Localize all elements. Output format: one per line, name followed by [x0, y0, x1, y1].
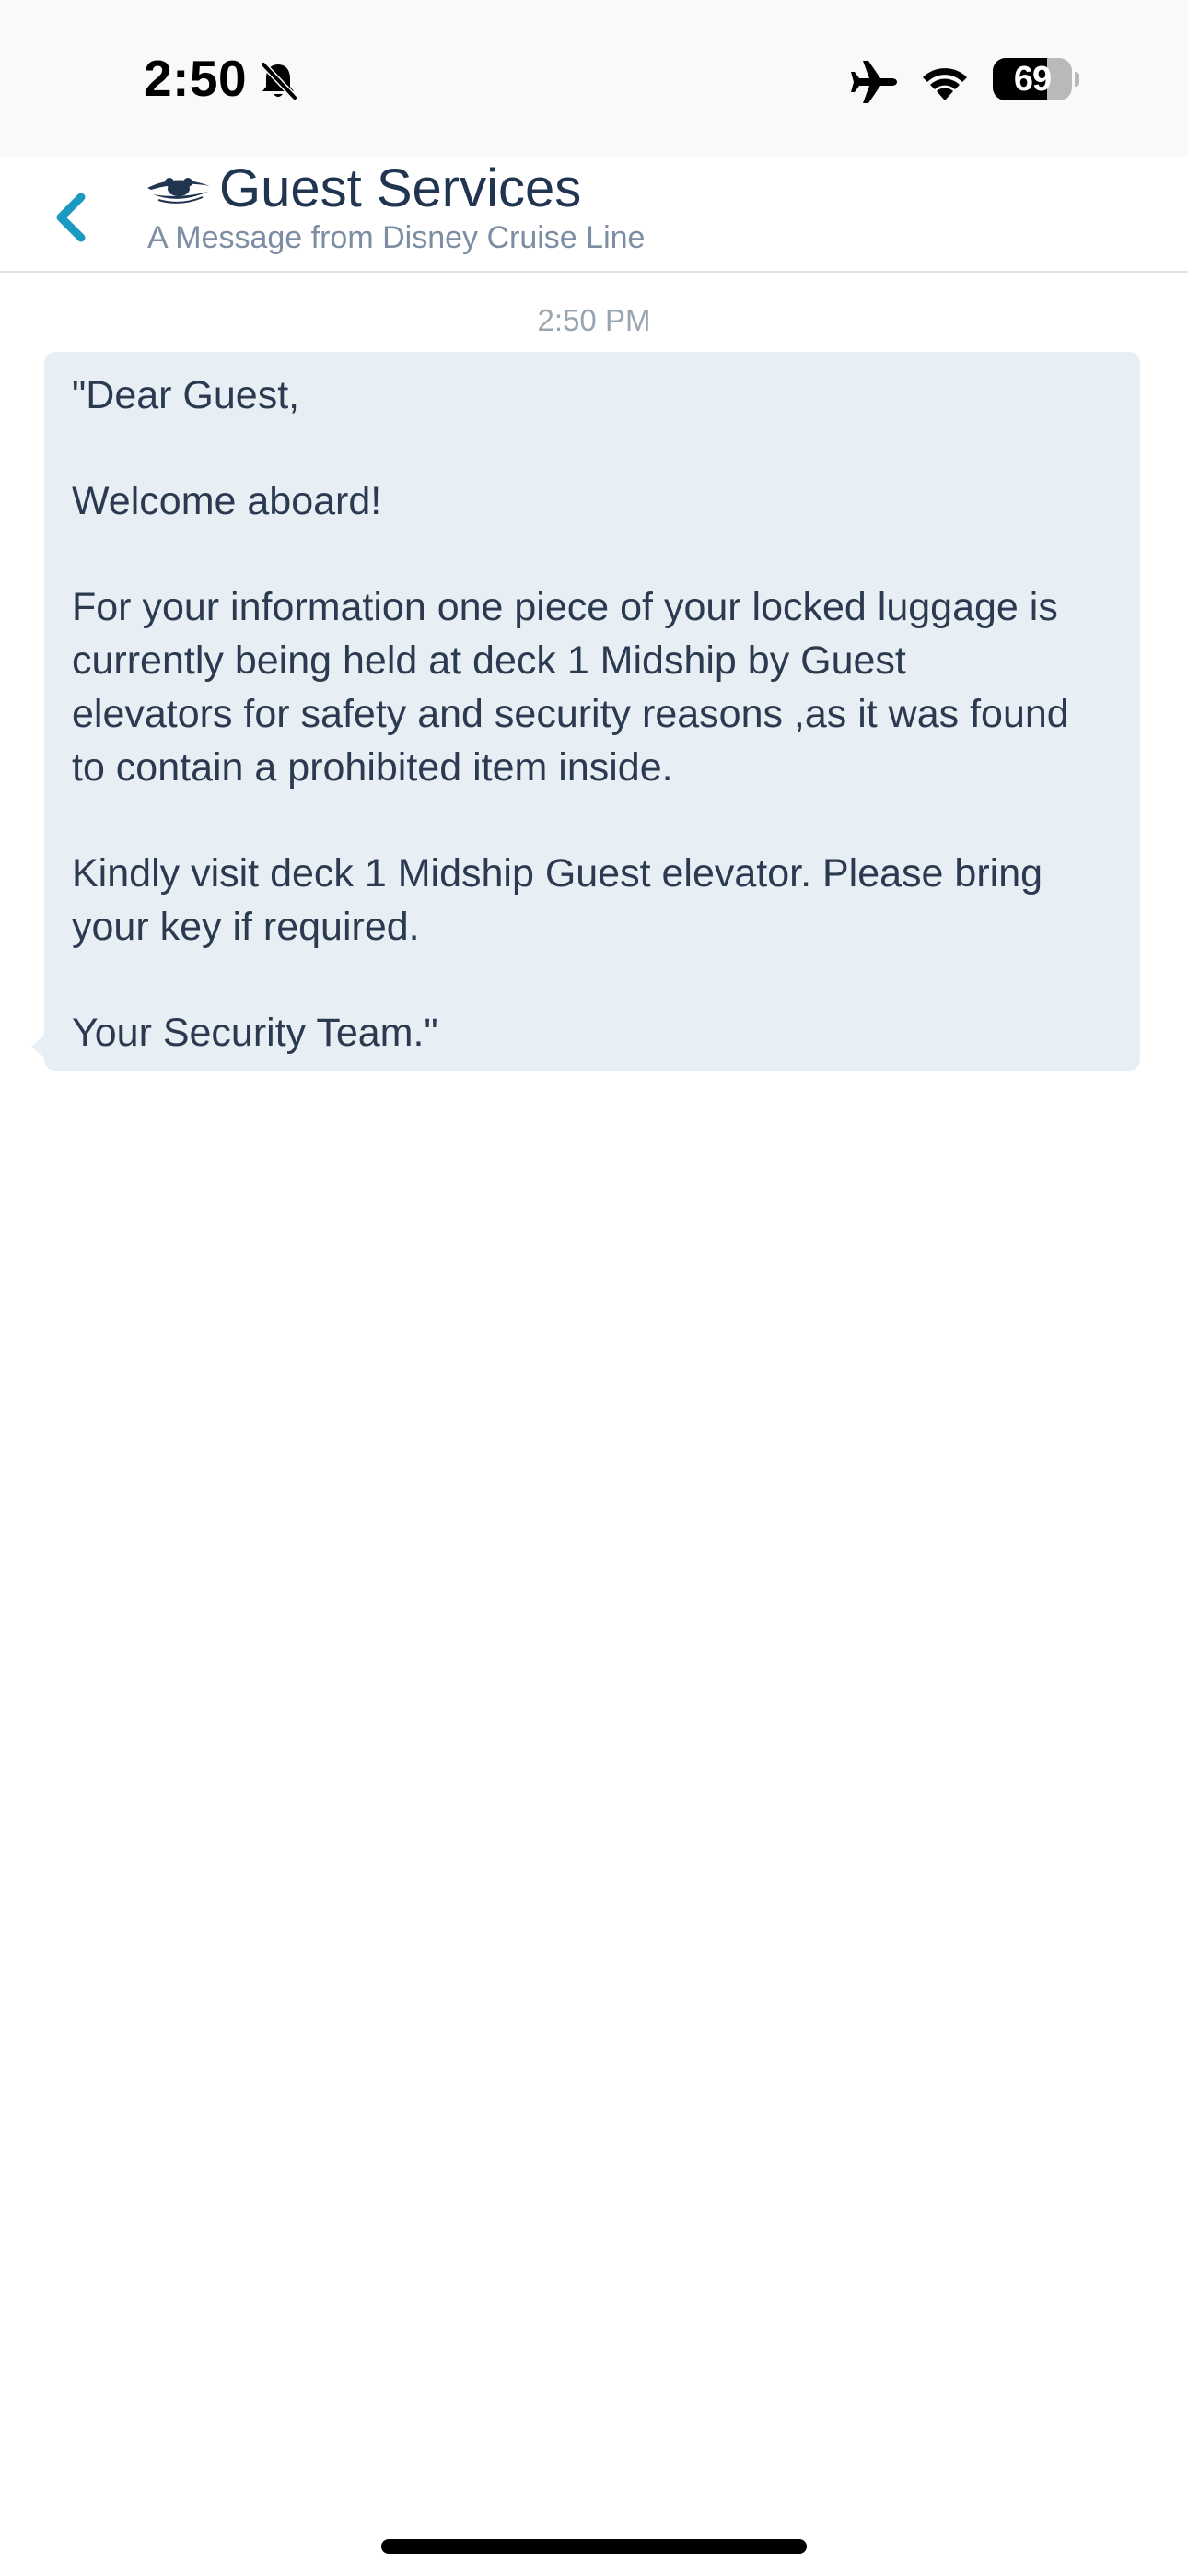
message-line: currently being held at deck 1 Midship b… [72, 638, 906, 683]
message-bubble[interactable]: "Dear Guest, Welcome aboard! For your in… [31, 352, 1140, 1071]
home-indicator[interactable] [381, 2539, 807, 2554]
disney-cruise-line-logo [147, 178, 210, 204]
chevron-left-icon [56, 193, 86, 242]
battery-level: 69 [1013, 60, 1052, 99]
message-welcome: Welcome aboard! [72, 479, 382, 523]
battery-cap [1075, 72, 1079, 87]
back-button[interactable] [41, 179, 105, 252]
message-signoff: Your Security Team." [72, 1011, 438, 1055]
wifi-icon [923, 68, 967, 100]
status-bar: 2:50 69 [0, 0, 1188, 157]
page-subtitle: A Message from Disney Cruise Line [147, 220, 646, 255]
nav-header: Guest Services A Message from Disney Cru… [0, 157, 1188, 273]
message-line: to contain a prohibited item inside. [72, 745, 673, 790]
bubble-tail [31, 1034, 46, 1060]
conversation[interactable]: 2:50 PM "Dear Guest, Welcome aboard! For… [0, 273, 1188, 2484]
battery-body: 69 [993, 58, 1072, 100]
message-greeting: "Dear Guest, [72, 373, 300, 417]
battery-icon: 69 [993, 58, 1079, 100]
status-time: 2:50 [144, 50, 248, 107]
bell-slash-icon [260, 61, 298, 101]
page-title: Guest Services [219, 158, 582, 218]
message-line: elevators for safety and security reason… [72, 692, 1069, 736]
message-timestamp: 2:50 PM [537, 303, 651, 337]
message-line: your key if required. [72, 905, 420, 949]
message-line: For your information one piece of your l… [72, 585, 1058, 629]
airplane-icon [851, 61, 897, 103]
message-line: Kindly visit deck 1 Midship Guest elevat… [72, 851, 1043, 896]
